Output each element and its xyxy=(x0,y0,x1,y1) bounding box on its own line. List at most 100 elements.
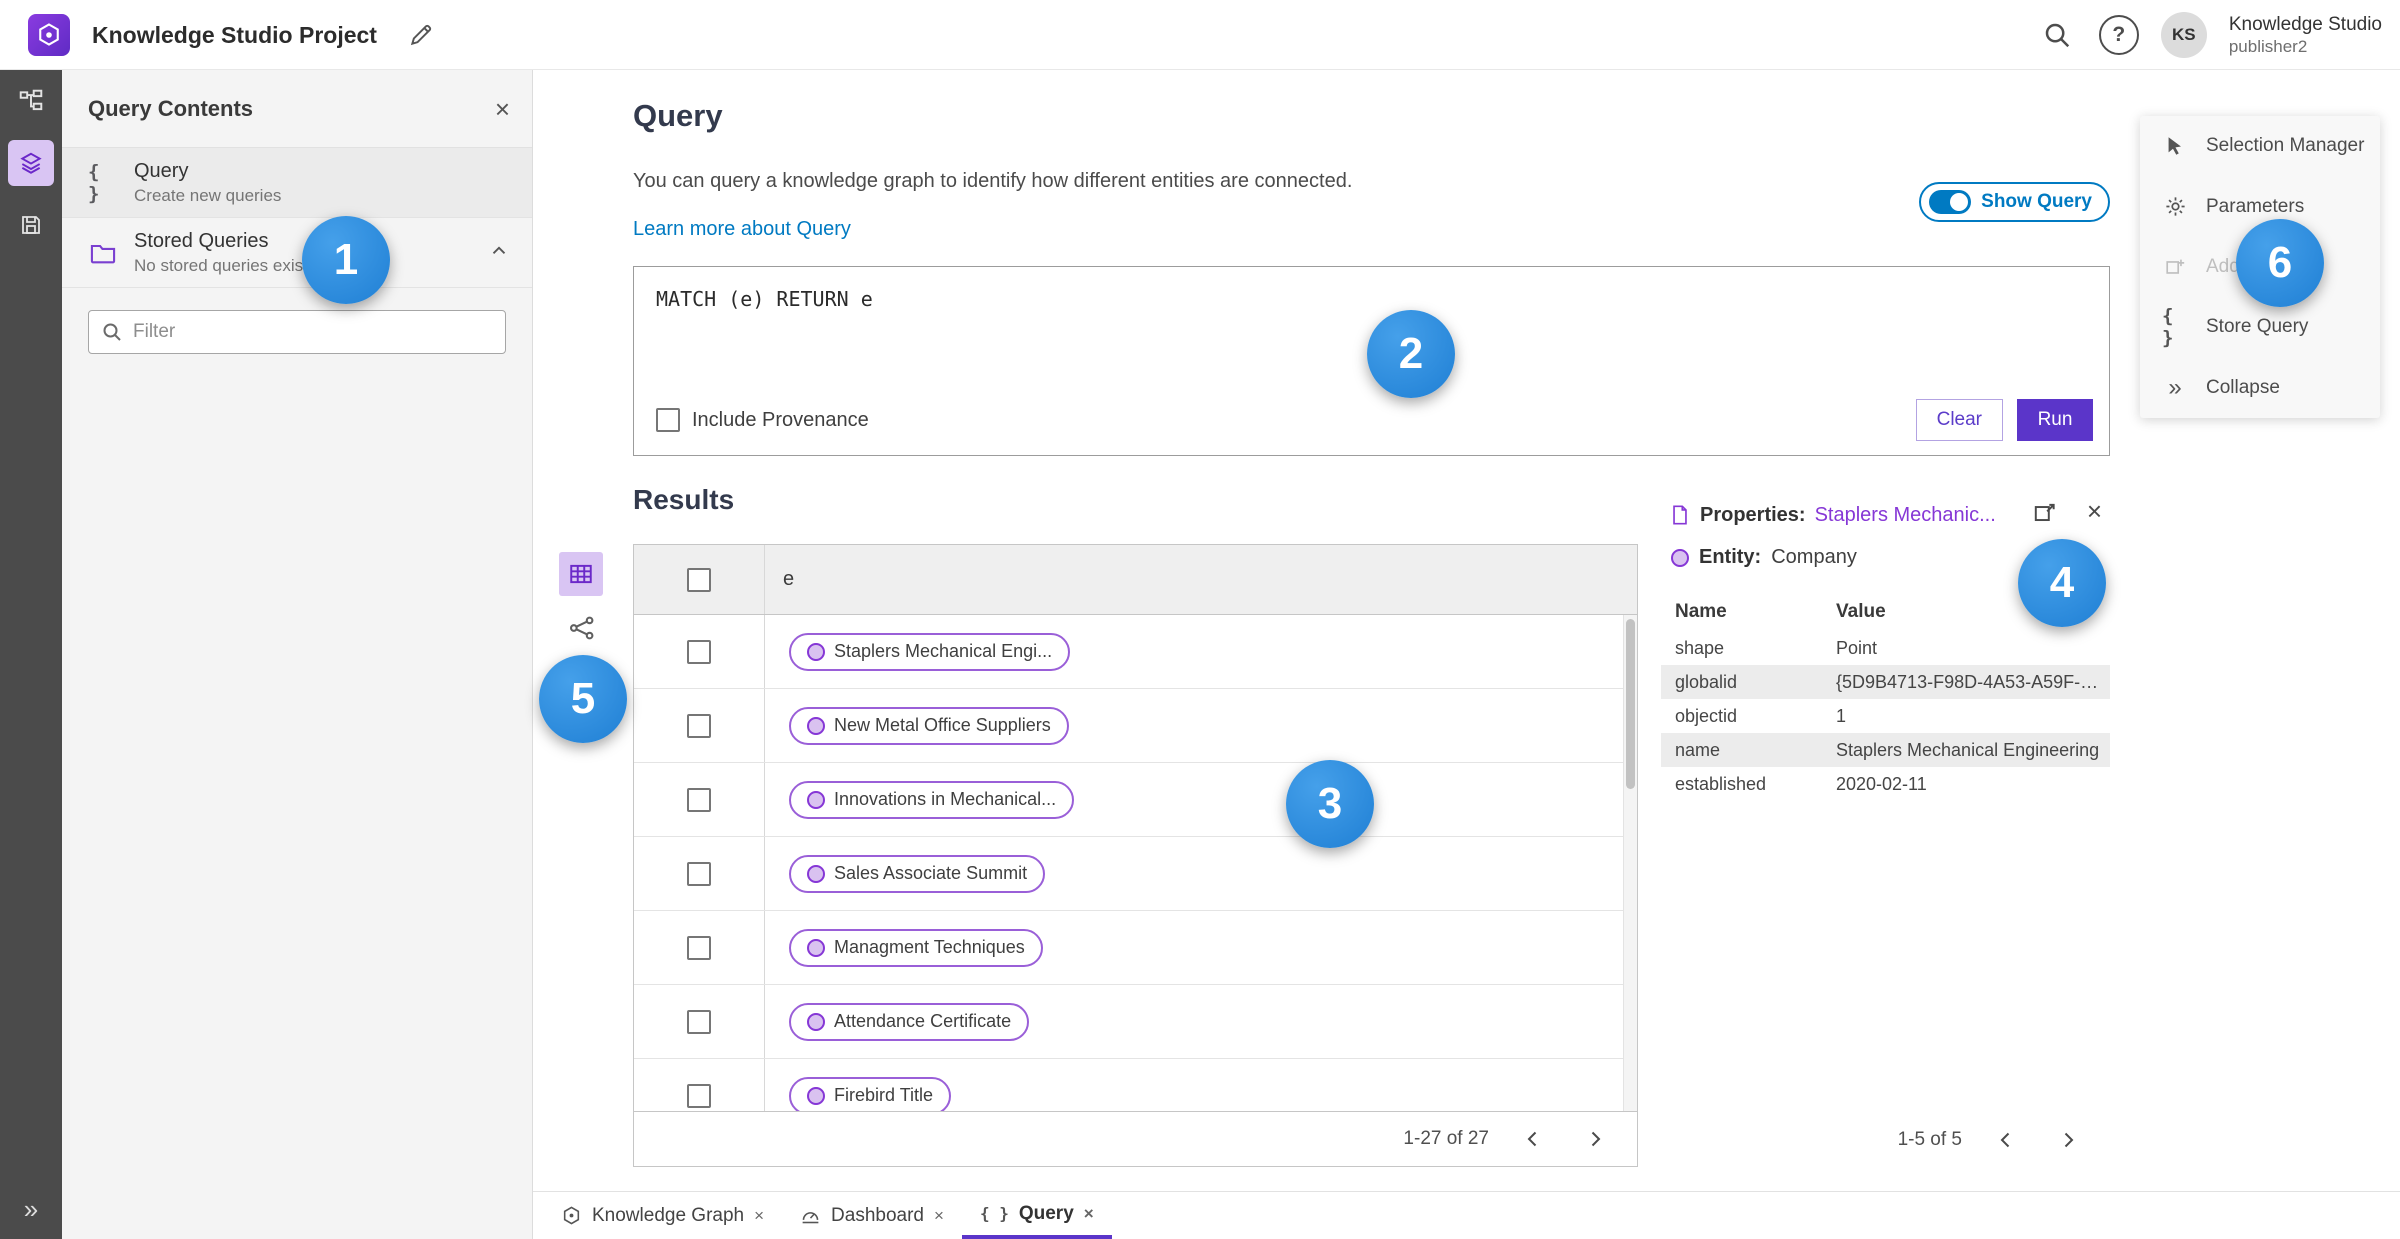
tab-dashboard[interactable]: Dashboard × xyxy=(782,1192,962,1239)
filter-search-icon xyxy=(100,320,124,349)
filter-input[interactable] xyxy=(88,310,506,354)
row-checkbox[interactable] xyxy=(687,787,711,812)
table-view-icon[interactable] xyxy=(559,552,603,596)
table-row[interactable]: Managment Techniques xyxy=(634,911,1637,985)
layers-icon[interactable] xyxy=(0,132,62,194)
entity-dot-icon xyxy=(807,790,825,809)
results-table-header: e xyxy=(634,545,1637,615)
topbar-right-cluster: ? KS Knowledge Studio publisher2 xyxy=(2037,0,2400,70)
entity-dot-icon xyxy=(807,938,825,957)
column-header-e: e xyxy=(783,568,795,590)
select-all-checkbox[interactable] xyxy=(687,567,711,592)
scrollbar-thumb[interactable] xyxy=(1626,619,1635,789)
entity-chip[interactable]: Managment Techniques xyxy=(789,928,1043,967)
menu-item-store-query[interactable]: { } Store Query xyxy=(2140,297,2380,357)
clear-button[interactable]: Clear xyxy=(1915,399,2003,441)
sidebar-item-stored-queries[interactable]: Stored Queries No stored queries exist xyxy=(62,218,532,288)
dashboard-icon xyxy=(800,1205,821,1226)
annotation-badge-3: 3 xyxy=(1286,760,1374,848)
properties-entity-link[interactable]: Staplers Mechanic... xyxy=(1815,504,1996,527)
property-row: name Staplers Mechanical Engineering xyxy=(1661,733,2110,767)
tab-query[interactable]: { } Query × xyxy=(961,1192,1112,1239)
chevron-left-icon[interactable] xyxy=(1988,1122,2024,1158)
expand-strip-icon[interactable]: » xyxy=(0,1187,62,1231)
folder-icon xyxy=(88,239,118,267)
property-row: shape Point xyxy=(1675,637,1878,658)
add-to-selection-icon[interactable] xyxy=(2032,500,2058,529)
entity-label: Entity: xyxy=(1699,546,1762,568)
project-contents-icon[interactable] xyxy=(0,70,62,132)
results-pagination: 1-27 of 27 xyxy=(634,1111,1637,1166)
pagination-label: 1-5 of 5 xyxy=(1897,1128,1962,1150)
properties-title: Properties: xyxy=(1700,503,1806,526)
table-row[interactable]: Attendance Certificate xyxy=(634,985,1637,1059)
menu-item-selection-manager[interactable]: Selection Manager xyxy=(2140,116,2380,176)
close-properties-icon[interactable]: × xyxy=(2087,498,2102,524)
filter-field-wrap xyxy=(88,310,506,354)
chevron-right-icon[interactable] xyxy=(2050,1122,2086,1158)
include-provenance-checkbox[interactable] xyxy=(656,408,680,432)
row-checkbox[interactable] xyxy=(687,1009,711,1034)
entity-dot-icon xyxy=(807,1086,825,1105)
entity-dot-icon xyxy=(807,716,825,735)
entity-chip[interactable]: Firebird Title xyxy=(789,1076,952,1111)
left-icon-strip: » xyxy=(0,70,62,1239)
item-label: Stored Queries xyxy=(134,229,269,252)
row-checkbox[interactable] xyxy=(687,713,711,738)
chevron-up-icon[interactable] xyxy=(488,240,510,265)
run-button[interactable]: Run xyxy=(2017,399,2093,441)
help-icon[interactable]: ? xyxy=(2098,15,2139,55)
entity-chip[interactable]: Staplers Mechanical Engi... xyxy=(789,632,1071,671)
show-query-toggle[interactable]: Show Query xyxy=(1919,182,2110,222)
menu-item-collapse[interactable]: » Collapse xyxy=(2140,358,2380,418)
entity-chip[interactable]: Attendance Certificate xyxy=(789,1002,1030,1041)
entity-chip[interactable]: Sales Associate Summit xyxy=(789,854,1046,893)
view-tab-bar: Knowledge Graph × Dashboard × { } Query … xyxy=(533,1191,2400,1239)
save-icon[interactable] xyxy=(0,194,62,256)
braces-icon: { } xyxy=(2162,305,2174,350)
braces-icon: { } xyxy=(88,160,100,205)
knowledge-graph-icon xyxy=(561,1205,582,1226)
properties-pagination: 1-5 of 5 xyxy=(1661,1112,2110,1167)
graph-view-icon[interactable] xyxy=(566,612,598,644)
table-scrollbar[interactable] xyxy=(1623,615,1637,1111)
close-tab-icon[interactable]: × xyxy=(934,1206,944,1226)
close-tab-icon[interactable]: × xyxy=(1084,1204,1094,1224)
results-title: Results xyxy=(633,484,735,515)
chevron-left-icon[interactable] xyxy=(1515,1121,1551,1157)
row-checkbox[interactable] xyxy=(687,861,711,886)
pagination-label: 1-27 of 27 xyxy=(1403,1128,1489,1149)
properties-page-icon xyxy=(1669,504,1691,526)
query-text-input[interactable]: MATCH (e) RETURN e xyxy=(634,267,2109,331)
entity-chip[interactable]: Innovations in Mechanical... xyxy=(789,780,1075,819)
annotation-badge-2: 2 xyxy=(1367,310,1455,398)
annotation-badge-6: 6 xyxy=(2236,219,2324,307)
row-checkbox[interactable] xyxy=(687,1083,711,1108)
entity-chip[interactable]: New Metal Office Suppliers xyxy=(789,706,1069,745)
table-row[interactable]: Staplers Mechanical Engi... xyxy=(634,615,1637,689)
chevron-right-icon[interactable] xyxy=(1577,1121,1613,1157)
search-icon[interactable] xyxy=(2037,15,2077,55)
user-name: publisher2 xyxy=(2228,37,2308,57)
learn-more-link[interactable]: Learn more about Query xyxy=(633,218,851,241)
user-avatar[interactable]: KS xyxy=(2160,12,2207,58)
table-row[interactable]: Firebird Title xyxy=(634,1059,1637,1111)
app-logo-icon xyxy=(28,14,70,56)
entity-dot-icon xyxy=(807,642,825,661)
property-row: globalid {5D9B4713-F98D-4A53-A59F-C11... xyxy=(1661,665,2110,699)
row-checkbox[interactable] xyxy=(687,935,711,960)
edit-title-button[interactable] xyxy=(408,22,434,48)
table-row[interactable]: New Metal Office Suppliers xyxy=(634,689,1637,763)
entity-type: Company xyxy=(1771,546,1857,568)
tab-knowledge-graph[interactable]: Knowledge Graph × xyxy=(543,1192,782,1239)
panel-title: Query Contents xyxy=(88,95,254,121)
row-checkbox[interactable] xyxy=(687,639,711,664)
sidebar-item-query[interactable]: { } Query Create new queries xyxy=(62,148,532,218)
annotation-badge-5: 5 xyxy=(539,655,627,743)
close-panel-icon[interactable]: × xyxy=(495,96,510,122)
annotation-badge-4: 4 xyxy=(2018,539,2106,627)
close-tab-icon[interactable]: × xyxy=(754,1206,764,1226)
app-header: Knowledge Studio Project ? KS Knowledge … xyxy=(0,0,2400,70)
table-row[interactable]: Sales Associate Summit xyxy=(634,837,1637,911)
table-row[interactable]: Innovations in Mechanical... xyxy=(634,763,1637,837)
